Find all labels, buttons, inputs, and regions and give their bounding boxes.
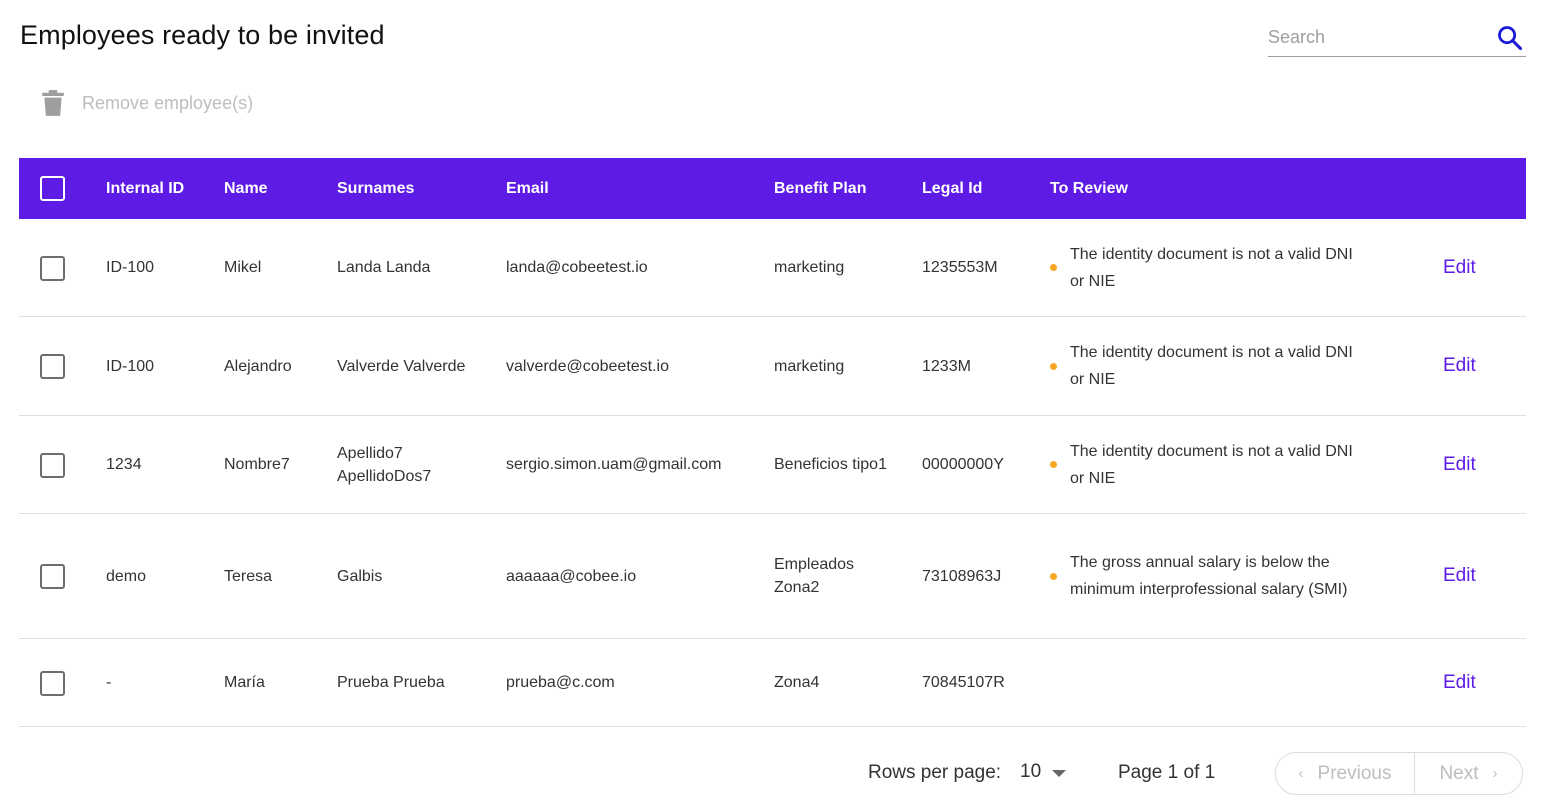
cell-to-review: The gross annual salary is below the min…	[1050, 514, 1370, 638]
cell-surnames: Galbis	[337, 567, 383, 585]
cell-email: aaaaaa@cobee.io	[506, 567, 637, 585]
cell-email: sergio.simon.uam@gmail.com	[506, 456, 722, 473]
review-text: The identity document is not a valid DNI…	[1070, 344, 1353, 388]
cell-surnames: Landa Landa	[337, 259, 431, 276]
row-checkbox[interactable]	[40, 671, 65, 696]
cell-benefit-plan: marketing	[774, 357, 845, 375]
chevron-right-icon: ›	[1492, 765, 1498, 782]
rows-per-page-select[interactable]: 10	[1020, 761, 1041, 783]
cell-to-review	[1050, 639, 1370, 726]
select-all-checkbox[interactable]	[40, 176, 65, 201]
edit-link[interactable]: Edit	[1443, 514, 1476, 638]
search-icon[interactable]	[1496, 24, 1524, 52]
column-header-name[interactable]: Name	[224, 158, 268, 219]
cell-internal-id: ID-100	[106, 357, 155, 375]
warning-dot-icon	[1050, 362, 1057, 370]
chevron-left-icon: ‹	[1298, 765, 1304, 782]
row-checkbox[interactable]	[40, 256, 65, 281]
pagination-bar: Rows per page: 10 Page 1 of 1 ‹ Previous…	[0, 752, 1561, 795]
column-header-benefit-plan[interactable]: Benefit Plan	[774, 158, 894, 219]
pager: ‹ Previous Next ›	[1275, 752, 1523, 795]
column-header-surnames[interactable]: Surnames	[337, 158, 487, 219]
column-header-email[interactable]: Email	[506, 158, 549, 219]
cell-email: prueba@c.com	[506, 674, 615, 691]
search-field[interactable]	[1268, 20, 1526, 57]
cell-name: Mikel	[224, 259, 262, 276]
table-header: Internal ID Name Surnames Email Benefit …	[19, 158, 1526, 219]
page-title: Employees ready to be invited	[20, 20, 385, 50]
employees-table: Internal ID Name Surnames Email Benefit …	[19, 158, 1526, 727]
cell-name: Nombre7	[224, 456, 290, 473]
trash-icon	[42, 90, 64, 116]
cell-surnames: Valverde Valverde	[337, 357, 466, 375]
remove-employees-button[interactable]: Remove employee(s)	[40, 88, 253, 118]
cell-legal-id: 1235553M	[922, 259, 998, 276]
search-input[interactable]	[1268, 24, 1488, 50]
cell-to-review: The identity document is not a valid DNI…	[1050, 416, 1370, 513]
warning-dot-icon	[1050, 572, 1057, 580]
next-button[interactable]: Next ›	[1415, 753, 1522, 794]
warning-dot-icon	[1050, 264, 1057, 271]
row-checkbox[interactable]	[40, 354, 65, 379]
table-row: - María Prueba Prueba prueba@c.com Zona4…	[19, 639, 1526, 727]
table-row: ID-100 Mikel Landa Landa landa@cobeetest…	[19, 219, 1526, 317]
column-header-to-review[interactable]: To Review	[1050, 158, 1370, 219]
cell-internal-id: 1234	[106, 456, 142, 473]
table-row: 1234 Nombre7 Apellido7 ApellidoDos7 serg…	[19, 416, 1526, 514]
remove-employees-label: Remove employee(s)	[82, 92, 254, 113]
column-header-internal-id[interactable]: Internal ID	[106, 158, 184, 219]
review-text: The identity document is not a valid DNI…	[1070, 245, 1353, 290]
cell-legal-id: 00000000Y	[922, 456, 1004, 473]
cell-internal-id: ID-100	[106, 259, 155, 276]
cell-name: Alejandro	[224, 357, 292, 375]
cell-internal-id: demo	[106, 567, 147, 585]
row-checkbox[interactable]	[40, 564, 65, 589]
rows-per-page-label: Rows per page:	[868, 762, 1002, 783]
previous-label: Previous	[1317, 762, 1392, 784]
review-text: The gross annual salary is below the min…	[1070, 554, 1348, 598]
page: Employees ready to be invited Remove emp…	[0, 0, 1561, 804]
cell-name: Teresa	[224, 567, 273, 585]
cell-email: valverde@cobeetest.io	[506, 357, 669, 375]
cell-benefit-plan: marketing	[774, 259, 845, 276]
row-checkbox[interactable]	[40, 453, 65, 478]
cell-benefit-plan: Beneficios tipo1	[774, 456, 887, 473]
next-label: Next	[1439, 762, 1479, 784]
cell-legal-id: 1233M	[922, 357, 971, 375]
edit-link[interactable]: Edit	[1443, 219, 1476, 316]
edit-link[interactable]: Edit	[1443, 639, 1476, 726]
cell-benefit-plan: Zona4	[774, 674, 820, 691]
caret-down-icon[interactable]	[1052, 770, 1066, 777]
cell-to-review: The identity document is not a valid DNI…	[1050, 317, 1370, 415]
cell-internal-id: -	[106, 674, 112, 691]
table-row: ID-100 Alejandro Valverde Valverde valve…	[19, 317, 1526, 416]
column-header-legal-id[interactable]: Legal Id	[922, 158, 982, 219]
cell-legal-id: 70845107R	[922, 674, 1005, 691]
edit-link[interactable]: Edit	[1443, 317, 1476, 415]
cell-email: landa@cobeetest.io	[506, 259, 648, 276]
page-info: Page 1 of 1	[1118, 762, 1216, 783]
cell-benefit-plan: Empleados Zona2	[774, 556, 855, 596]
cell-to-review: The identity document is not a valid DNI…	[1050, 219, 1370, 316]
cell-name: María	[224, 674, 265, 691]
cell-surnames: Apellido7 ApellidoDos7	[337, 444, 432, 485]
cell-surnames: Prueba Prueba	[337, 674, 445, 691]
table-row: demo Teresa Galbis aaaaaa@cobee.io Emple…	[19, 514, 1526, 639]
review-text: The identity document is not a valid DNI…	[1070, 442, 1353, 487]
previous-button[interactable]: ‹ Previous	[1276, 753, 1415, 794]
cell-legal-id: 73108963J	[922, 567, 1002, 585]
edit-link[interactable]: Edit	[1443, 416, 1476, 513]
warning-dot-icon	[1050, 461, 1057, 468]
